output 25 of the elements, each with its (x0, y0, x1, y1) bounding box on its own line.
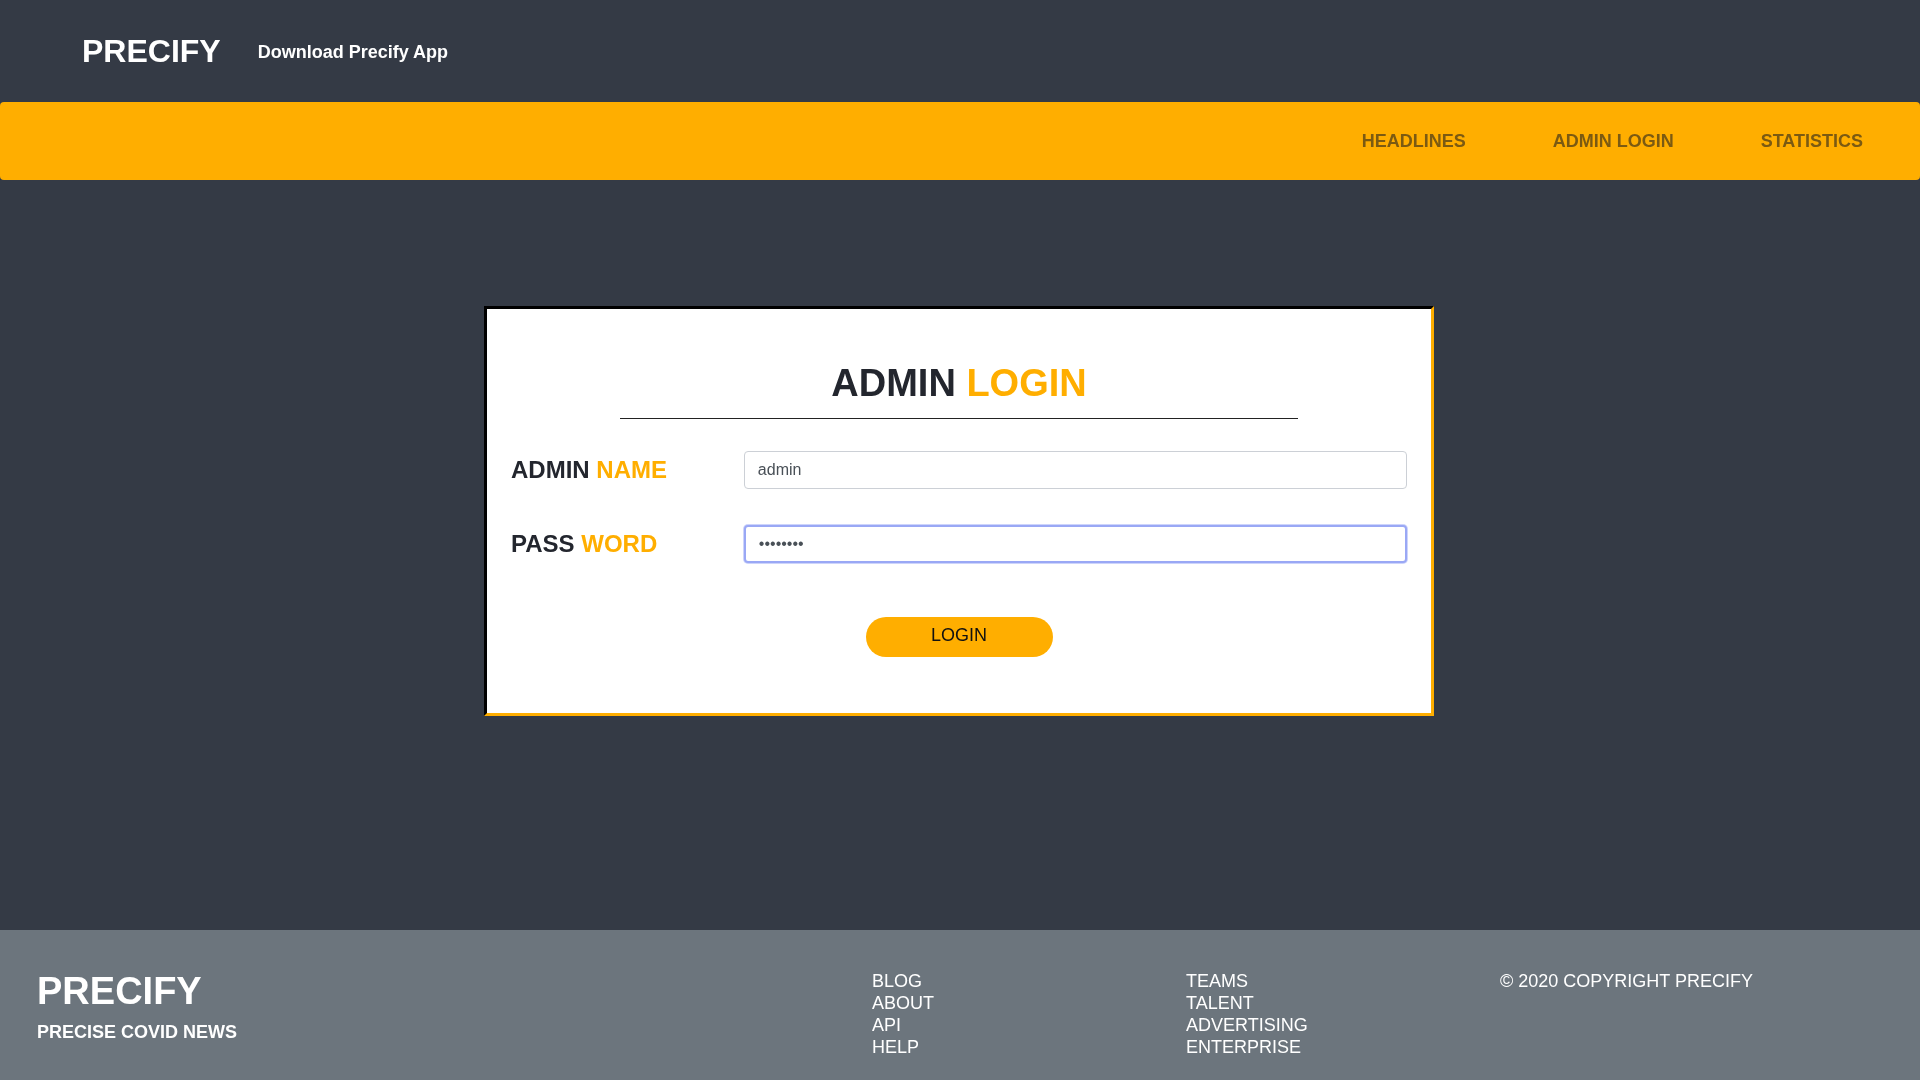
footer-link[interactable]: TEAMS (1186, 970, 1500, 992)
copyright-text: © 2020 COPYRIGHT PRECIFY (1500, 970, 1754, 992)
footer-link[interactable]: ABOUT (872, 992, 1186, 1014)
nav-link[interactable]: STATISTICS (1760, 130, 1863, 152)
footer-link[interactable]: BLOG (872, 970, 1186, 992)
footer-tagline: PRECISE COVID NEWS (37, 1022, 239, 1043)
field-label: WORD (581, 530, 658, 557)
brand-logo[interactable]: PRECIFY (82, 32, 221, 70)
field-label: PASS (511, 530, 575, 557)
field-label: NAME (596, 456, 667, 483)
login-button[interactable]: LOGIN (865, 617, 1053, 657)
footer-link[interactable]: ENTERPRISE (1186, 1036, 1500, 1058)
input-field[interactable]: admin (743, 451, 1407, 489)
download-link[interactable]: Download Precify App (257, 41, 449, 63)
heading-text: LOGIN (966, 362, 1087, 404)
footer-link[interactable]: API (872, 1014, 1186, 1036)
heading-text: ADMIN (831, 362, 956, 404)
field-label: ADMIN (511, 456, 590, 483)
footer-logo: PRECIFY (37, 970, 203, 1012)
footer-link[interactable]: ADVERTISING (1186, 1014, 1500, 1036)
footer-link[interactable]: HELP (872, 1036, 1186, 1058)
nav-link[interactable]: HEADLINES (1361, 130, 1466, 152)
footer-link[interactable]: TALENT (1186, 992, 1500, 1014)
input-field[interactable]: •••••••• (743, 525, 1407, 563)
nav-link[interactable]: ADMIN LOGIN (1552, 130, 1674, 152)
